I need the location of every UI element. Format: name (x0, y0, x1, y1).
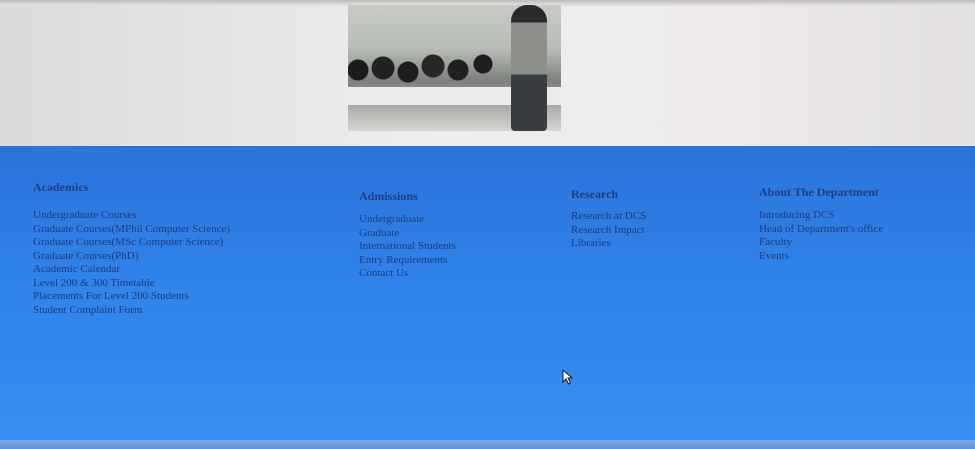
footer-link-undergraduate[interactable]: Undergraduate (359, 213, 456, 227)
footer-link-placements[interactable]: Placements For Level 200 Students (33, 290, 230, 304)
footer-link-list: Research at DCS Research Impact Librarie… (571, 210, 646, 251)
footer-column-title: Academics (33, 180, 89, 194)
footer-link-international-students[interactable]: International Students (359, 240, 456, 254)
hero-classroom-photo (348, 5, 561, 131)
footer-link-academic-calendar[interactable]: Academic Calendar (33, 263, 230, 277)
footer-link-research-at-dcs[interactable]: Research at DCS (571, 210, 646, 224)
footer-column-academics: Academics Undergraduate Courses Graduate… (33, 180, 230, 317)
footer-link-phd-courses[interactable]: Graduate Courses(PhD) (33, 250, 230, 264)
footer-link-introducing-dcs[interactable]: Introducing DCS (759, 209, 883, 223)
footer-link-list: Introducing DCS Head of Department's off… (759, 209, 883, 263)
footer-column-research: Research Research at DCS Research Impact… (571, 187, 646, 251)
footer-link-msc-courses[interactable]: Graduate Courses(MSc Computer Science) (33, 236, 230, 250)
footer-link-research-impact[interactable]: Research Impact (571, 224, 646, 238)
footer-link-faculty[interactable]: Faculty (759, 236, 883, 250)
footer-column-about: About The Department Introducing DCS Hea… (759, 185, 883, 263)
footer-link-contact-us[interactable]: Contact Us (359, 267, 456, 281)
footer-column-title: Research (571, 187, 619, 201)
footer-link-undergraduate-courses[interactable]: Undergraduate Courses (33, 209, 230, 223)
footer-link-entry-requirements[interactable]: Entry Requirements (359, 254, 456, 268)
footer-column-title: Admissions (359, 189, 418, 203)
footer-link-list: Undergraduate Courses Graduate Courses(M… (33, 209, 230, 317)
mouse-pointer-icon (562, 369, 574, 385)
footer-link-libraries[interactable]: Libraries (571, 237, 646, 251)
footer-column-admissions: Admissions Undergraduate Graduate Intern… (359, 189, 456, 281)
footer-link-mphil-courses[interactable]: Graduate Courses(MPhil Computer Science) (33, 223, 230, 237)
footer-link-timetable[interactable]: Level 200 & 300 Timetable (33, 277, 230, 291)
footer-column-title: About The Department (759, 185, 879, 199)
footer-link-graduate[interactable]: Graduate (359, 227, 456, 241)
page-top-area (0, 0, 975, 146)
footer-link-head-of-department[interactable]: Head of Department's office (759, 223, 883, 237)
site-footer: Academics Undergraduate Courses Graduate… (0, 146, 975, 449)
footer-link-events[interactable]: Events (759, 250, 883, 264)
footer-link-list: Undergraduate Graduate International Stu… (359, 213, 456, 281)
horizontal-scrollbar[interactable] (0, 440, 975, 449)
footer-link-complaint-form[interactable]: Student Complaint Form (33, 304, 230, 318)
photo-lecturer (511, 5, 547, 131)
